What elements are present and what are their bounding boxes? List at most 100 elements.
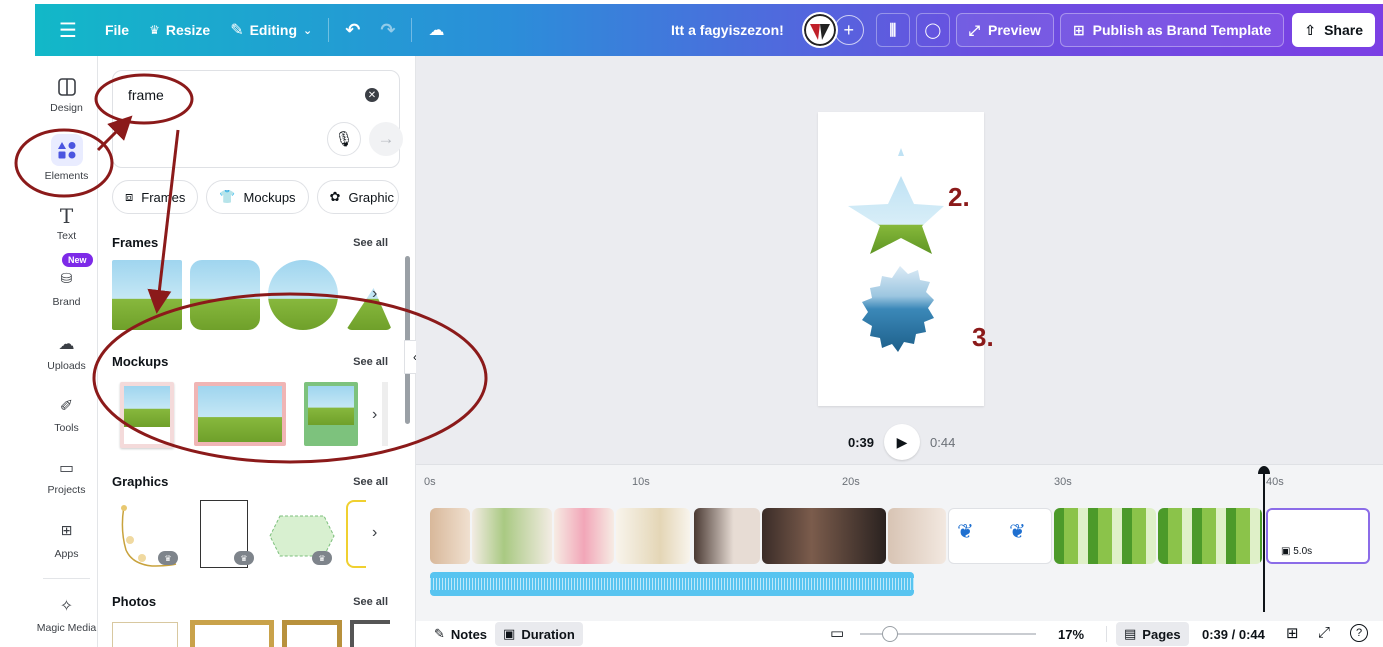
chip-mockups[interactable]: 👕 Mockups (206, 180, 309, 214)
submit-search-button[interactable]: → (369, 122, 403, 156)
section-title-graphics: Graphics (112, 474, 169, 489)
timeline-clip[interactable] (430, 508, 470, 564)
sidebar-item-uploads[interactable]: ☁ Uploads (35, 334, 98, 372)
photo-thumb[interactable] (350, 620, 390, 647)
notes-button[interactable]: ✎ Notes (426, 622, 495, 646)
mockup-thumb[interactable] (120, 382, 174, 448)
photo-thumb[interactable] (282, 620, 342, 647)
shapes-icon (57, 142, 75, 159)
see-all-photos-link[interactable]: See all (353, 596, 388, 608)
design-title[interactable]: Itt a fagyiszezon! (661, 12, 794, 48)
add-collaborator-button[interactable]: + (833, 15, 864, 45)
mockup-thumb[interactable] (194, 382, 286, 446)
redo-button[interactable]: ↷ (370, 12, 405, 48)
insights-button[interactable]: ⫼ (875, 13, 910, 47)
see-all-mockups-link[interactable]: See all (353, 356, 388, 368)
menu-button[interactable]: ☰ (49, 12, 87, 48)
search-box[interactable]: frame ✕ 🎙 → (112, 70, 403, 168)
sidebar-item-projects[interactable]: ▭ Projects (35, 458, 98, 496)
top-toolbar: ☰ File ♛ Resize ✎ Editing ⌄ ↶ ↷ ☁ Itt a … (35, 4, 1383, 56)
zoom-slider-knob[interactable] (882, 626, 898, 642)
timeline-clip[interactable] (1054, 508, 1156, 564)
chip-frames[interactable]: ⧈ Frames (112, 180, 199, 214)
search-input[interactable]: frame (128, 87, 164, 103)
duration-button[interactable]: ▣ Duration (495, 622, 583, 646)
folder-icon: ▭ (58, 460, 75, 477)
tick-label: 0s (424, 476, 436, 488)
clip-duration-badge: ▣ 5.0s (1278, 545, 1316, 558)
see-all-graphics-link[interactable]: See all (353, 476, 388, 488)
chip-graphics[interactable]: ✿ Graphic (316, 180, 399, 214)
play-button[interactable]: ▶ (884, 424, 921, 460)
chip-label: Graphic (348, 189, 394, 205)
file-menu-button[interactable]: File (95, 12, 139, 48)
undo-button[interactable]: ↶ (335, 12, 370, 48)
voice-search-button[interactable]: 🎙 (327, 122, 361, 156)
frame-thumb[interactable] (190, 260, 260, 330)
preview-button[interactable]: ⤢ Preview (955, 13, 1054, 47)
cloud-upload-icon: ☁ (58, 336, 75, 353)
timeline-clip[interactable] (694, 508, 760, 564)
playhead[interactable] (1263, 468, 1265, 612)
clear-search-icon[interactable]: ✕ (365, 88, 379, 102)
divider (43, 578, 90, 579)
publish-brand-template-button[interactable]: ⊞ Publish as Brand Template (1059, 13, 1285, 47)
editing-mode-button[interactable]: ✎ Editing ⌄ (220, 12, 322, 48)
sidebar-item-elements[interactable]: Elements (35, 134, 98, 182)
timeline-clip-selected[interactable]: ▣ 5.0s (1266, 508, 1370, 564)
timeline-clip[interactable] (472, 508, 552, 564)
redo-icon: ↷ (380, 19, 396, 40)
yellow-frame-graphic[interactable] (346, 500, 366, 568)
sidebar-item-tools[interactable]: ✐ Tools (35, 396, 98, 434)
elements-panel: frame ✕ 🎙 → ⧈ Frames 👕 Mockups ✿ Graphic… (98, 56, 416, 647)
sidebar-item-label: Tools (54, 422, 79, 434)
resize-button[interactable]: ♛ Resize (139, 12, 220, 48)
audio-track[interactable] (430, 572, 914, 596)
comments-button[interactable]: ◯ (915, 13, 950, 47)
timeline-clip[interactable]: ❦ ❦ (948, 508, 1052, 564)
publish-label: Publish as Brand Template (1092, 22, 1272, 38)
cloud-save-button[interactable]: ☁ (418, 12, 454, 48)
sidebar-item-magic-media[interactable]: ✧ Magic Media (35, 596, 98, 634)
sidebar-item-brand[interactable]: ⛁ Brand (35, 270, 98, 308)
comment-icon: ◯ (924, 22, 942, 39)
timeline-clip[interactable] (888, 508, 946, 564)
sidebar-item-design[interactable]: Design (35, 76, 98, 114)
sidebar-item-text[interactable]: T Text (35, 204, 98, 242)
chevron-right-icon[interactable]: › (372, 285, 377, 303)
timeline-clip[interactable] (616, 508, 690, 564)
timeline-clip[interactable] (554, 508, 614, 564)
magic-media-icon: ✧ (59, 598, 74, 615)
fullscreen-icon[interactable]: ⤢ (1318, 624, 1330, 641)
share-button[interactable]: ⇧ Share (1292, 13, 1375, 47)
design-page[interactable] (818, 112, 984, 406)
timeline-view-icon[interactable]: ▭ (830, 624, 844, 642)
pages-button[interactable]: ▤ Pages (1116, 622, 1189, 646)
chevron-right-icon[interactable]: › (372, 406, 377, 424)
preview-label: Preview (988, 22, 1041, 38)
help-icon[interactable]: ? (1350, 624, 1368, 642)
avatar[interactable] (801, 12, 838, 48)
play-icon: ▶ (896, 433, 908, 450)
design-title-text: Itt a fagyiszezon! (671, 22, 784, 38)
sidebar-item-apps[interactable]: ⊞ Apps (35, 522, 98, 560)
mockup-thumb[interactable] (304, 382, 358, 446)
see-all-frames-link[interactable]: See all (353, 237, 388, 249)
timeline-clip[interactable] (1158, 508, 1262, 564)
zoom-level[interactable]: 17% (1058, 627, 1084, 642)
frame-thumb[interactable] (112, 260, 182, 330)
frame-thumb[interactable] (346, 288, 392, 330)
frame-icon: ⧈ (125, 189, 134, 204)
photo-thumb[interactable] (190, 620, 274, 647)
divider (328, 18, 330, 42)
photo-thumb[interactable] (112, 622, 178, 647)
page-content (848, 148, 944, 352)
frame-thumb[interactable] (268, 260, 338, 330)
chip-label: Mockups (243, 189, 296, 205)
grid-view-icon[interactable]: ⊞ (1286, 624, 1299, 642)
tick-label: 20s (842, 476, 860, 488)
butterfly-icon: ❦ (1009, 521, 1026, 543)
badge-frame (862, 266, 934, 352)
chevron-right-icon[interactable]: › (372, 524, 377, 542)
timeline-clip[interactable] (762, 508, 886, 564)
